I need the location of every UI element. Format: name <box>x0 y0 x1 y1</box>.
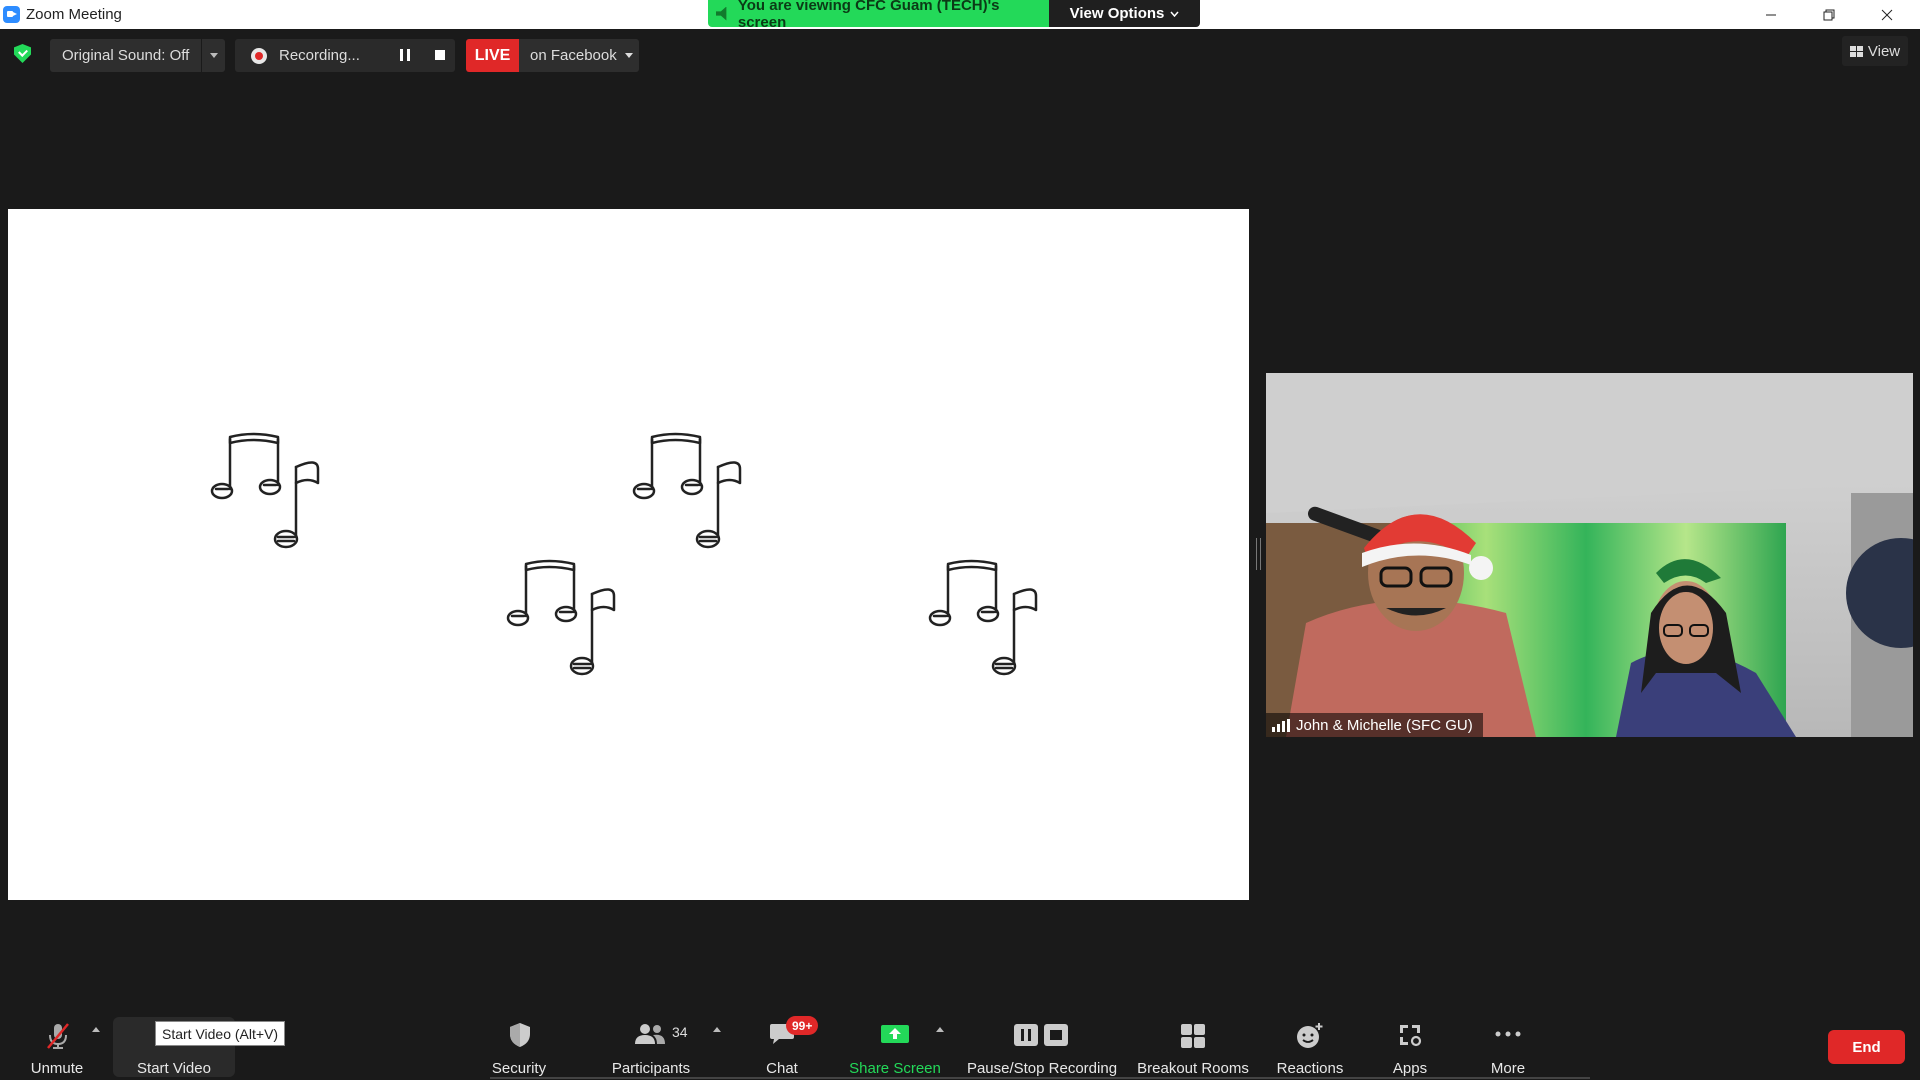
security-label: Security <box>491 1060 547 1077</box>
unmute-label: Unmute <box>30 1060 84 1077</box>
reactions-label: Reactions <box>1276 1060 1344 1077</box>
viewing-text: You are viewing CFC Guam (TECH)'s screen <box>737 0 1000 27</box>
music-notes-icon <box>632 432 742 549</box>
shared-screen <box>8 209 1249 900</box>
start-video-tooltip: Start Video (Alt+V) <box>155 1021 286 1046</box>
meeting-toolbar: Unmute Start Video Security 34 Participa… <box>0 1010 1920 1080</box>
record-dot-icon <box>251 47 267 64</box>
minimize-icon[interactable] <box>1742 0 1800 29</box>
original-sound-control[interactable]: Original Sound: Off <box>50 39 225 72</box>
caret-down-icon <box>209 53 218 58</box>
restore-icon[interactable] <box>1800 0 1858 29</box>
stop-recording-icon[interactable] <box>435 50 445 60</box>
zoom-app-icon <box>3 6 20 23</box>
apps-icon <box>1400 1025 1422 1047</box>
participant-video-feed <box>1266 373 1913 737</box>
pause-recording-icon[interactable] <box>400 49 410 61</box>
participant-video-tile[interactable]: John & Michelle (SFC GU) <box>1266 373 1913 737</box>
pause-stop-recording-label: Pause/Stop Recording <box>966 1060 1118 1077</box>
participant-name: John & Michelle (SFC GU) <box>1296 716 1473 734</box>
caret-down-icon <box>624 53 633 58</box>
share-screen-icon <box>881 1025 909 1043</box>
music-notes-icon <box>928 559 1038 676</box>
participants-count: 34 <box>672 1024 688 1040</box>
breakout-rooms-button[interactable]: Breakout Rooms <box>1132 1010 1254 1080</box>
music-notes-icon <box>210 432 320 549</box>
more-dots-icon <box>1495 1031 1521 1037</box>
breakout-rooms-icon <box>1181 1024 1205 1048</box>
live-target-label: on Facebook <box>530 47 617 64</box>
pause-stop-recording-button[interactable]: Pause/Stop Recording <box>962 1010 1122 1080</box>
pause-stop-icon <box>1014 1024 1068 1046</box>
reactions-button[interactable]: Reactions <box>1270 1010 1350 1080</box>
close-icon[interactable] <box>1858 0 1916 29</box>
more-label: More <box>1490 1060 1526 1077</box>
apps-label: Apps <box>1392 1060 1428 1077</box>
encryption-shield-icon[interactable] <box>14 44 31 63</box>
reactions-smiley-icon <box>1297 1023 1323 1048</box>
muted-mic-icon <box>47 1023 69 1049</box>
audio-options-caret-icon[interactable] <box>92 1027 100 1032</box>
window-title: Zoom Meeting <box>26 6 122 23</box>
speaker-icon <box>716 6 727 21</box>
participants-label: Participants <box>611 1060 691 1077</box>
start-video-label: Start Video <box>137 1060 211 1077</box>
recording-indicator: Recording... <box>235 39 455 72</box>
viewing-status: You are viewing CFC Guam (TECH)'s screen <box>708 0 1049 27</box>
participants-icon <box>635 1024 665 1044</box>
live-target-dropdown[interactable]: on Facebook <box>519 39 639 72</box>
participants-button[interactable]: 34 Participants <box>604 1010 698 1080</box>
view-label: View <box>1867 42 1901 60</box>
apps-button[interactable]: Apps <box>1380 1010 1440 1080</box>
view-button[interactable]: View <box>1842 36 1908 66</box>
more-button[interactable]: More <box>1478 1010 1538 1080</box>
security-button[interactable]: Security <box>482 1010 556 1080</box>
viewing-screen-banner: You are viewing CFC Guam (TECH)'s screen… <box>708 0 1200 27</box>
share-screen-label: Share Screen <box>849 1060 941 1077</box>
recording-label: Recording... <box>279 47 360 64</box>
chat-label: Chat <box>766 1060 798 1077</box>
grid-view-icon <box>1849 45 1863 57</box>
participant-name-tag: John & Michelle (SFC GU) <box>1266 713 1483 737</box>
end-meeting-button[interactable]: End <box>1828 1030 1905 1064</box>
breakout-rooms-label: Breakout Rooms <box>1137 1060 1249 1077</box>
view-options-label: View Options <box>1069 5 1165 22</box>
original-sound-label[interactable]: Original Sound: Off <box>50 39 202 72</box>
participants-options-caret-icon[interactable] <box>713 1027 721 1032</box>
unmute-button[interactable]: Unmute <box>22 1010 92 1080</box>
view-options-button[interactable]: View Options <box>1049 0 1200 27</box>
chevron-down-icon <box>1170 11 1179 17</box>
music-notes-icon <box>506 559 616 676</box>
signal-strength-icon <box>1272 718 1290 732</box>
security-shield-icon <box>510 1023 530 1047</box>
panel-resize-handle[interactable] <box>1256 538 1261 570</box>
chat-unread-badge: 99+ <box>786 1016 819 1035</box>
live-badge: LIVE <box>466 39 519 72</box>
original-sound-dropdown[interactable] <box>202 53 225 58</box>
share-options-caret-icon[interactable] <box>936 1027 944 1032</box>
share-screen-button[interactable]: Share Screen <box>842 1010 948 1080</box>
toolbar-divider <box>490 1077 1590 1079</box>
